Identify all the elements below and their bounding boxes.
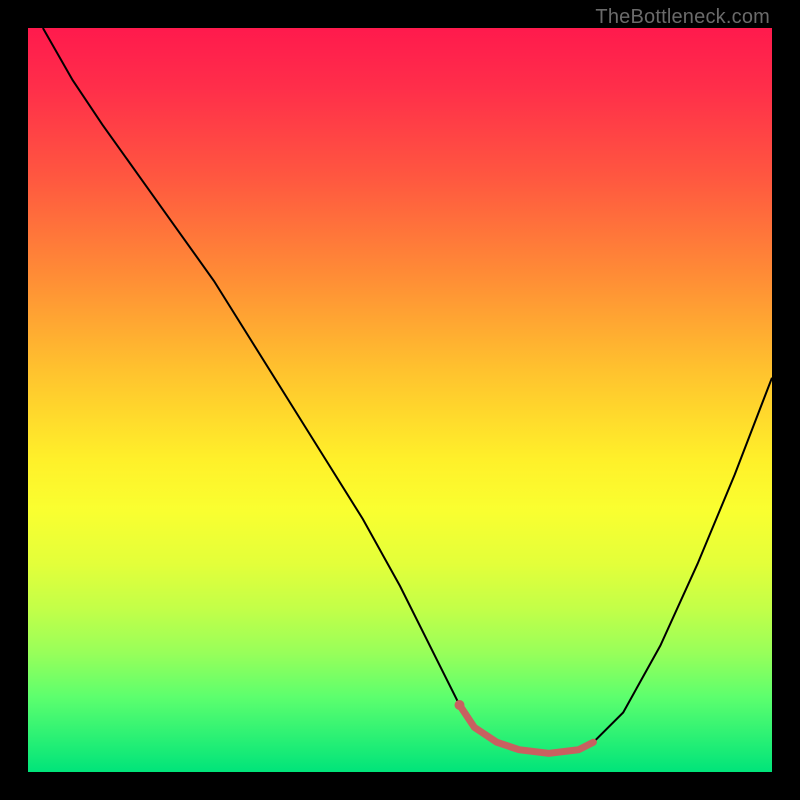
- highlight-dot: [455, 700, 465, 710]
- highlight-band: [460, 705, 594, 753]
- curve-svg: [28, 28, 772, 772]
- main-curve: [43, 28, 772, 753]
- watermark-text: TheBottleneck.com: [595, 6, 770, 29]
- plot-area: [28, 28, 772, 772]
- chart-frame: TheBottleneck.com: [0, 0, 800, 800]
